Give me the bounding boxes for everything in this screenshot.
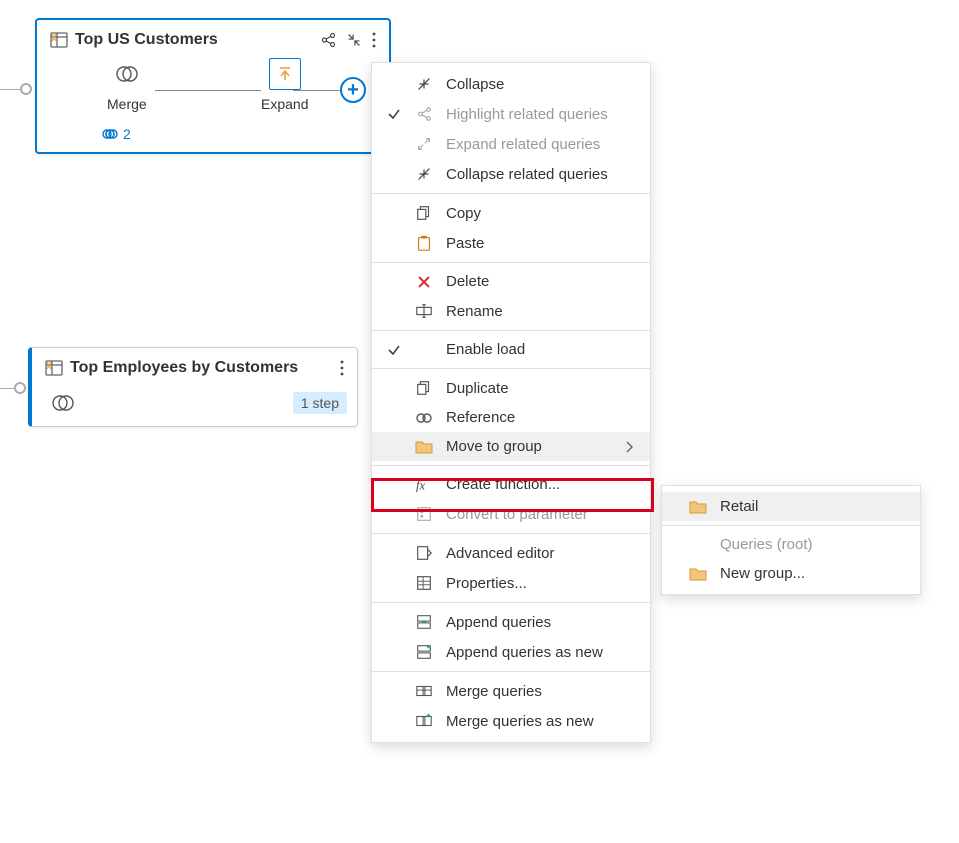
expand-step-label: Expand (261, 96, 308, 112)
menu-divider (372, 671, 650, 672)
menu-merge-queries-new[interactable]: Merge queries as new (372, 706, 650, 736)
menu-move-to-group[interactable]: Move to group (372, 432, 650, 461)
append-new-icon (414, 643, 434, 661)
step-count-chip: 1 step (293, 392, 347, 414)
properties-icon (414, 574, 434, 592)
collapse-diag-icon[interactable] (345, 31, 363, 49)
copy-icon (414, 204, 434, 222)
menu-properties[interactable]: Properties... (372, 568, 650, 598)
check-icon (386, 343, 402, 357)
menu-collapse[interactable]: Collapse (372, 69, 650, 99)
menu-convert-to-param[interactable]: Convert to parameter (372, 499, 650, 529)
folder-icon (688, 566, 708, 582)
table-icon (49, 30, 69, 50)
folder-icon (414, 439, 434, 455)
menu-create-function[interactable]: fx Create function... (372, 470, 650, 499)
node-title: Top US Customers (75, 31, 313, 49)
menu-append-queries-new[interactable]: Append queries as new (372, 637, 650, 667)
menu-divider (662, 525, 920, 526)
submenu-queries-root[interactable]: Queries (root) (662, 530, 920, 559)
fx-icon: fx (414, 477, 434, 493)
menu-reference[interactable]: Reference (372, 403, 650, 432)
connector-dot[interactable] (14, 382, 26, 394)
merge-icon (414, 682, 434, 700)
menu-divider (372, 330, 650, 331)
link-count: 2 (123, 126, 131, 142)
share-icon[interactable] (319, 31, 337, 49)
menu-advanced-editor[interactable]: Advanced editor (372, 538, 650, 568)
parameter-icon (414, 505, 434, 523)
connector-line (0, 388, 14, 389)
connector-line (0, 89, 20, 90)
menu-highlight-related[interactable]: Highlight related queries (372, 99, 650, 129)
merge-step-label: Merge (107, 96, 147, 112)
submenu-new-group[interactable]: New group... (662, 559, 920, 588)
menu-divider (372, 262, 650, 263)
folder-icon (688, 499, 708, 515)
menu-divider (372, 193, 650, 194)
expand-step-icon[interactable] (269, 58, 301, 90)
more-menu-icon[interactable] (371, 31, 377, 49)
expand-icon (414, 135, 434, 153)
menu-collapse-related[interactable]: Collapse related queries (372, 159, 650, 189)
paste-icon (414, 234, 434, 252)
menu-divider (372, 368, 650, 369)
editor-icon (414, 544, 434, 562)
menu-divider (372, 533, 650, 534)
menu-merge-queries[interactable]: Merge queries (372, 676, 650, 706)
table-icon (44, 358, 64, 378)
delete-icon (414, 274, 434, 290)
share-icon (414, 105, 434, 123)
svg-text:fx: fx (416, 478, 425, 492)
menu-expand-related[interactable]: Expand related queries (372, 129, 650, 159)
menu-append-queries[interactable]: Append queries (372, 607, 650, 637)
reference-icon (414, 411, 434, 425)
menu-duplicate[interactable]: Duplicate (372, 373, 650, 403)
context-menu: Collapse Highlight related queries Expan… (371, 62, 651, 743)
query-node-top-us-customers[interactable]: Top US Customers (35, 18, 391, 154)
node-title: Top Employees by Customers (70, 359, 333, 377)
append-icon (414, 613, 434, 631)
menu-rename[interactable]: Rename (372, 296, 650, 326)
menu-delete[interactable]: Delete (372, 267, 650, 296)
rename-icon (414, 302, 434, 320)
merge-step-icon[interactable] (50, 390, 76, 416)
merge-step-icon[interactable] (111, 58, 143, 90)
check-icon (386, 107, 402, 121)
menu-copy[interactable]: Copy (372, 198, 650, 228)
collapse-icon (414, 75, 434, 93)
menu-divider (372, 465, 650, 466)
query-node-top-employees[interactable]: Top Employees by Customers 1 step (28, 347, 358, 427)
menu-enable-load[interactable]: Enable load (372, 335, 650, 364)
menu-divider (372, 602, 650, 603)
chevron-right-icon (622, 441, 636, 453)
submenu-retail[interactable]: Retail (662, 492, 920, 521)
collapse-icon (414, 165, 434, 183)
connector-dot[interactable] (20, 83, 32, 95)
add-step-button[interactable]: + (340, 77, 366, 103)
more-menu-icon[interactable] (339, 359, 345, 377)
move-to-group-submenu: Retail Queries (root) New group... (661, 485, 921, 595)
duplicate-icon (414, 379, 434, 397)
merge-new-icon (414, 712, 434, 730)
link-icon (101, 127, 119, 141)
menu-paste[interactable]: Paste (372, 228, 650, 258)
